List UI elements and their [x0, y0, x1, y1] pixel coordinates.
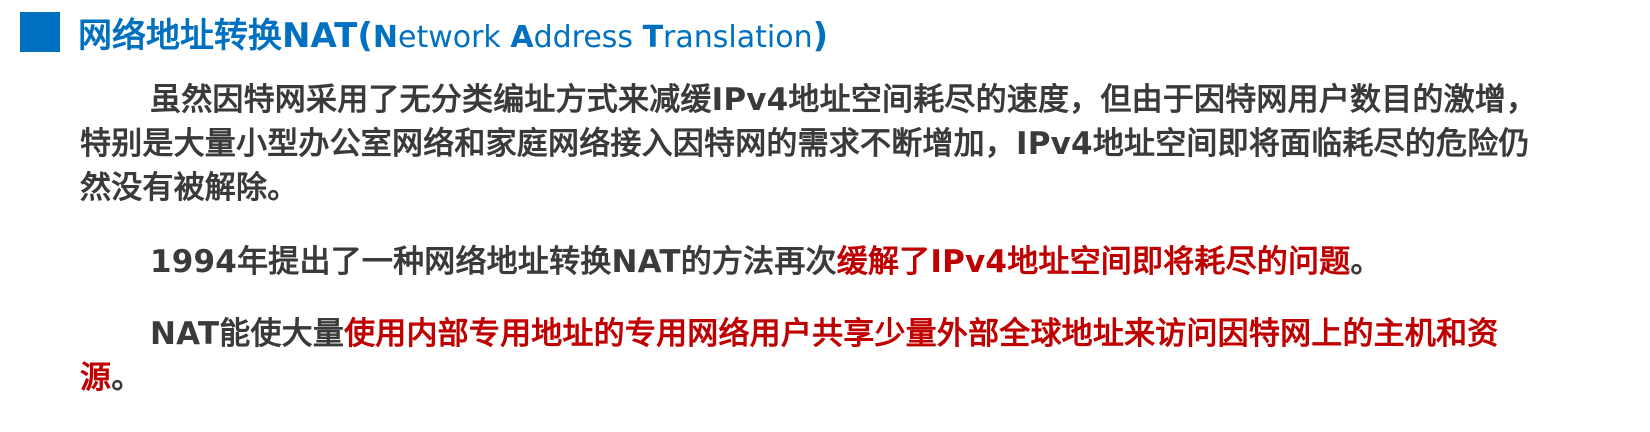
title-en-initial-t: T — [642, 19, 664, 55]
title-en: Network Address Translation — [373, 20, 813, 55]
title-en-initial-a: A — [510, 19, 534, 55]
paragraph-3-text: NAT能使大量 — [150, 316, 345, 352]
title-text: 网络地址转换NAT(Network Address Translation) — [78, 8, 828, 57]
title-en-etwork: etwork — [397, 19, 511, 55]
title-open-paren: ( — [357, 15, 373, 56]
paragraph-3-end: 。 — [111, 360, 143, 396]
paragraph-2-highlight: 缓解了IPv4地址空间即将耗尽的问题 — [836, 244, 1351, 280]
title-close-paren: ) — [812, 15, 829, 56]
title-en-ddress: ddress — [533, 19, 643, 55]
title-en-ranslation: ranslation — [663, 19, 813, 55]
paragraph-3: NAT能使大量使用内部专用地址的专用网络用户共享少量外部全球地址来访问因特网上的… — [80, 312, 1540, 400]
paragraph-2-text: 1994年提出了一种网络地址转换NAT的方法再次 — [150, 244, 837, 280]
paragraph-2-end: 。 — [1350, 244, 1382, 280]
section-title: 网络地址转换NAT(Network Address Translation) — [20, 8, 828, 56]
title-square-bullet — [20, 12, 60, 52]
paragraph-2: 1994年提出了一种网络地址转换NAT的方法再次缓解了IPv4地址空间即将耗尽的… — [80, 240, 1540, 284]
title-en-initial-n: N — [372, 19, 398, 55]
paragraph-1: 虽然因特网采用了无分类编址方式来减缓IPv4地址空间耗尽的速度，但由于因特网用户… — [80, 82, 1538, 206]
title-zh: 网络地址转换NAT — [78, 15, 358, 56]
